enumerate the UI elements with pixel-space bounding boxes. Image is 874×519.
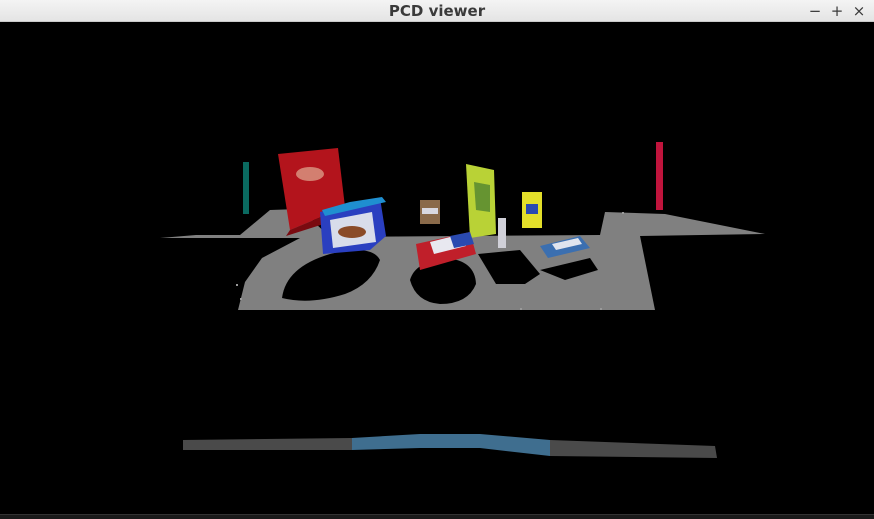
floor-strip — [183, 434, 717, 458]
title-bar[interactable]: PCD viewer − + × — [0, 0, 874, 22]
small-yellow-can — [522, 192, 542, 228]
small-cup — [420, 200, 440, 224]
yellow-green-box — [466, 164, 496, 238]
status-strip — [0, 514, 874, 519]
window-title: PCD viewer — [388, 2, 486, 20]
window-controls: − + × — [804, 0, 870, 22]
pcd-viewer-window: PCD viewer − + × — [0, 0, 874, 519]
minimize-button[interactable]: − — [804, 1, 826, 21]
point-cloud-viewport[interactable] — [0, 22, 874, 519]
maximize-button[interactable]: + — [826, 1, 848, 21]
teal-pole — [243, 162, 249, 214]
small-bottle — [498, 218, 506, 248]
close-button[interactable]: × — [848, 1, 870, 21]
red-pole — [656, 142, 663, 210]
point-cloud-scene — [160, 142, 765, 458]
